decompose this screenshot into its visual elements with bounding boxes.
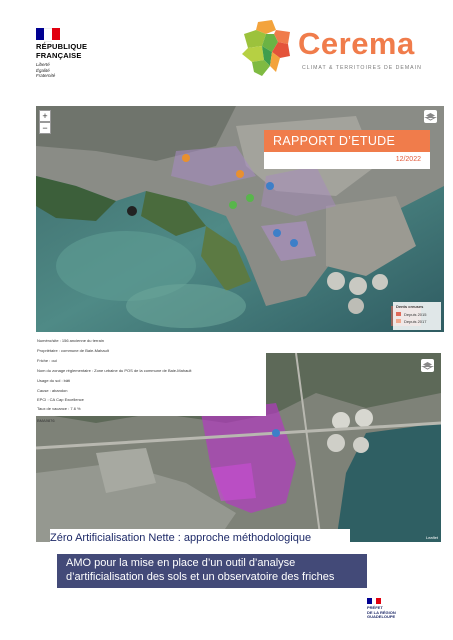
info-line: Usage du sol : bâti [37, 378, 71, 383]
map-attribution[interactable]: Leaflet [426, 535, 438, 540]
legend-label-2015: Depuis 2015 [404, 311, 427, 317]
info-footer-code: BMA9876 [37, 418, 55, 423]
subtitle-box: AMO pour la mise en place d’un outil d’a… [57, 554, 367, 588]
info-line: Taux de vacance : 7.6 % [37, 406, 81, 411]
layers-icon[interactable] [424, 110, 437, 123]
legend-label-2017: Depuis 2017 [404, 318, 427, 324]
cerema-logo: Cerema CLIMAT & TERRITOIRES DE DEMAIN [236, 20, 436, 80]
feature-info-popup: Numéro/site : 156 ancienne du terrain Pr… [36, 333, 266, 416]
republique-line1: RÉPUBLIQUE [36, 42, 88, 51]
info-line: Propriétaire : commune de Baie-Mahault [37, 348, 109, 353]
motto-fraternite: Fraternité [36, 73, 56, 78]
map-legend: Dents creuses Depuis 2015 Depuis 2017 [393, 302, 441, 330]
legend-swatch-2017 [396, 319, 401, 323]
prefet-region-logo: PRÉFET DE LA RÉGION GUADELOUPE [367, 598, 417, 622]
cerema-map-icon [242, 20, 290, 76]
zoom-out-button[interactable]: − [39, 122, 51, 134]
report-type-label: RAPPORT D’ETUDE [264, 130, 430, 152]
cerema-wordmark: Cerema [298, 26, 415, 61]
legend-title: Dents creuses [396, 304, 424, 309]
main-title-box: Zéro Artificialisation Nette : approche … [50, 529, 350, 549]
republique-francaise-logo: RÉPUBLIQUE FRANÇAISE Liberté Égalité Fra… [36, 28, 106, 80]
cerema-tagline: CLIMAT & TERRITOIRES DE DEMAIN [302, 65, 422, 71]
region-line3: GUADELOUPE [367, 614, 396, 620]
legend-swatch-2015 [396, 312, 401, 316]
subtitle-line1: AMO pour la mise en place d’un outil d’a… [66, 557, 296, 569]
info-line: Friche : oui [37, 358, 57, 363]
report-header-panel: RAPPORT D’ETUDE 12/2022 [264, 130, 430, 169]
info-line: Cause : abandon [37, 388, 68, 393]
republique-line2: FRANÇAISE [36, 51, 82, 60]
info-line: Nom du zonage réglementaire : Zone urbai… [37, 368, 192, 373]
main-title: Zéro Artificialisation Nette : approche … [50, 532, 312, 544]
subtitle-line2: d’artificialisation des sols et un obser… [66, 571, 335, 583]
flag-icon [367, 598, 382, 604]
report-date: 12/2022 [395, 156, 421, 163]
zoom-in-button[interactable]: + [39, 110, 51, 122]
info-line: EPCI : CA Cap Excellence [37, 397, 84, 402]
marianne-flag-icon [36, 28, 60, 42]
layers-icon-bottom[interactable] [421, 359, 434, 372]
info-line: Numéro/site : 156 ancienne du terrain [37, 338, 104, 343]
